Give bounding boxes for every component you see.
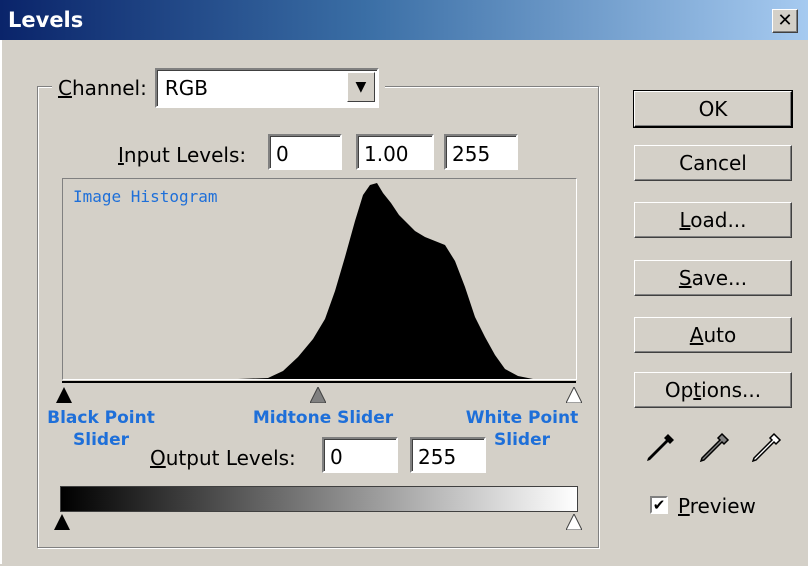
black-eyedropper-icon[interactable] <box>642 430 678 466</box>
output-black-slider[interactable] <box>54 514 70 530</box>
white-eyedropper-icon[interactable] <box>748 430 784 466</box>
input-black-field[interactable]: 0 <box>268 134 342 170</box>
input-slider-track[interactable] <box>62 381 576 383</box>
close-button[interactable]: ✕ <box>772 9 798 33</box>
load-button[interactable]: Load... <box>634 202 792 238</box>
input-midtone-field[interactable]: 1.00 <box>356 134 434 170</box>
white-point-slider[interactable] <box>566 387 582 403</box>
options-button[interactable]: Options... <box>634 372 792 408</box>
output-black-field[interactable]: 0 <box>322 437 398 473</box>
chevron-down-icon[interactable]: ▼ <box>346 72 375 102</box>
output-white-slider[interactable] <box>566 514 582 530</box>
auto-button[interactable]: Auto <box>634 317 792 353</box>
gray-eyedropper-icon[interactable] <box>696 430 732 466</box>
input-levels-label: Input Levels: <box>118 143 247 167</box>
channel-value: RGB <box>164 76 208 100</box>
output-levels-label: Output Levels: <box>150 446 296 470</box>
output-gradient-bar <box>60 486 578 512</box>
cancel-button[interactable]: Cancel <box>634 145 792 181</box>
black-point-slider[interactable] <box>56 387 72 403</box>
preview-checkbox[interactable]: ✔ <box>650 496 668 514</box>
image-histogram: Image Histogram <box>62 178 577 380</box>
preview-label[interactable]: Preview <box>678 494 756 518</box>
input-white-field[interactable]: 255 <box>444 134 518 170</box>
window-title: Levels <box>8 8 84 32</box>
midtone-annotation: Midtone Slider <box>252 408 394 428</box>
channel-select[interactable]: RGB ▼ <box>154 68 379 108</box>
title-bar: Levels ✕ <box>0 0 808 40</box>
channel-row: Channel: RGB ▼ <box>52 68 385 108</box>
save-button[interactable]: Save... <box>634 260 792 296</box>
ok-button[interactable]: OK <box>633 90 793 128</box>
histogram-plot <box>238 183 533 379</box>
output-white-field[interactable]: 255 <box>410 437 486 473</box>
black-point-annotation: Black Point Slider <box>47 408 155 450</box>
close-icon: ✕ <box>777 10 793 31</box>
midtone-slider[interactable] <box>310 387 326 403</box>
channel-label: Channel: <box>58 76 147 100</box>
